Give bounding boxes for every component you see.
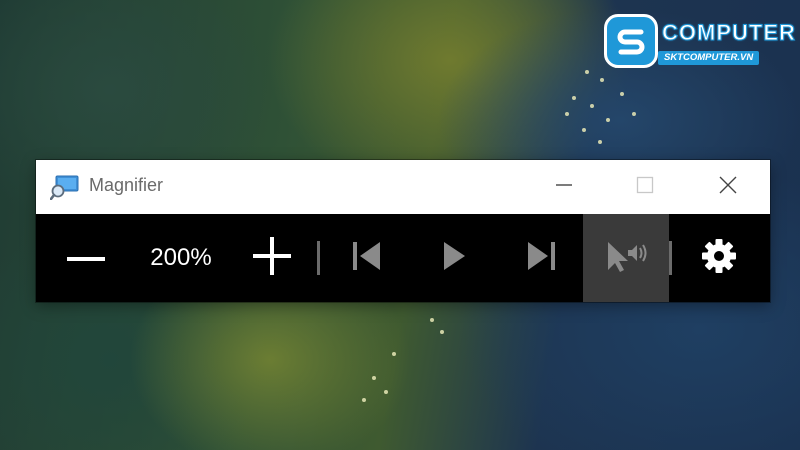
sk-logo-icon [604, 14, 658, 68]
skip-next-icon [525, 240, 557, 277]
zoom-out-button[interactable] [60, 214, 112, 302]
maximize-button[interactable] [621, 168, 669, 206]
magnifier-toolbar: 200% [36, 214, 770, 302]
logo-wordmark: COMPUTER [662, 20, 796, 46]
read-previous-button[interactable] [342, 214, 392, 302]
close-button[interactable] [704, 168, 752, 206]
read-next-button[interactable] [516, 214, 566, 302]
minus-icon [67, 249, 105, 267]
logo-url: SKTCOMPUTER.VN [658, 51, 760, 65]
title-bar[interactable]: Magnifier [36, 160, 770, 214]
play-icon [440, 240, 468, 277]
play-button[interactable] [429, 214, 479, 302]
sktcomputer-logo: COMPUTER SKTCOMPUTER.VN [604, 10, 796, 74]
skip-previous-icon [351, 240, 383, 277]
minimize-button[interactable] [540, 168, 588, 206]
close-icon [719, 176, 737, 199]
zoom-level: 200% [150, 244, 212, 271]
magnifier-window: Magnifier 200% [36, 160, 770, 302]
read-from-pointer-button[interactable] [583, 214, 669, 302]
settings-button[interactable] [694, 214, 744, 302]
pointer-speaker-icon [604, 238, 648, 279]
zoom-in-button[interactable] [246, 214, 298, 302]
plus-icon [253, 236, 291, 280]
gear-icon [700, 237, 738, 280]
maximize-icon [636, 176, 654, 199]
magnifier-app-icon [49, 174, 80, 201]
toolbar-divider [669, 241, 672, 275]
minimize-icon [555, 176, 573, 199]
window-title: Magnifier [89, 175, 164, 195]
toolbar-divider [317, 241, 320, 275]
